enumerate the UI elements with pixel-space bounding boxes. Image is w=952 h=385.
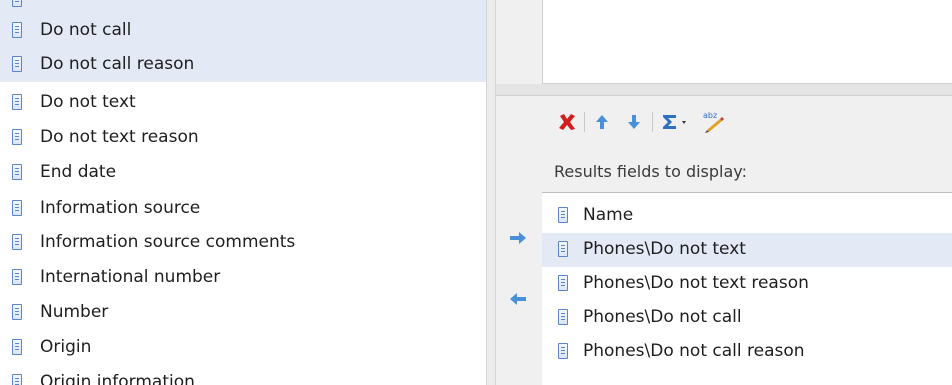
- arrow-down-icon: [628, 115, 640, 129]
- field-icon: [12, 164, 22, 180]
- results-fields-label: Results fields to display:: [554, 162, 747, 181]
- list-item-label: Do not text: [40, 92, 136, 112]
- results-fields-list[interactable]: Name Phones\Do not text Phones\Do not te…: [542, 192, 952, 385]
- list-item-label: Phones\Do not call: [583, 307, 742, 327]
- field-icon: [12, 56, 22, 72]
- delete-button[interactable]: [556, 110, 578, 134]
- field-icon: [12, 339, 22, 355]
- list-item[interactable]: Name: [542, 199, 952, 233]
- list-item-label: Do not call reason: [40, 54, 195, 74]
- field-icon: [12, 269, 22, 285]
- toolbar-separator: [652, 112, 653, 132]
- list-item[interactable]: Information source: [0, 192, 486, 226]
- field-icon: [12, 304, 22, 320]
- transfer-buttons: [496, 96, 542, 385]
- field-icon: [12, 234, 22, 250]
- list-item-label: Information source: [40, 198, 201, 218]
- list-item-label: Do not text reason: [40, 127, 199, 147]
- field-icon: [558, 275, 568, 291]
- list-item[interactable]: End date: [0, 156, 486, 190]
- field-icon: [558, 309, 568, 325]
- sigma-icon: [663, 115, 686, 129]
- sort-button[interactable]: abz: [700, 110, 726, 134]
- list-item[interactable]: Phones\Do not call reason: [542, 335, 952, 369]
- list-item-label: Phones\Do not call reason: [583, 341, 805, 361]
- list-item-label: Origin information: [40, 372, 195, 385]
- field-icon: [558, 207, 568, 223]
- arrow-up-icon: [596, 115, 608, 129]
- field-icon: [12, 374, 22, 385]
- results-pane: abz Results fields to display: Name Phon…: [496, 84, 952, 385]
- list-item[interactable]: Do not text: [0, 86, 486, 120]
- list-item-label: Phones\Do not text reason: [583, 273, 809, 293]
- list-item[interactable]: Phones\Do not text reason: [542, 267, 952, 301]
- summary-dropdown-button[interactable]: [660, 110, 692, 134]
- list-item[interactable]: Do not call reason: [0, 48, 486, 82]
- red-x-icon: [559, 114, 575, 130]
- list-item[interactable]: Information source comments: [0, 226, 486, 260]
- field-icon: [12, 0, 22, 7]
- toolbar-separator: [584, 112, 585, 132]
- criteria-box[interactable]: [542, 0, 952, 84]
- list-item[interactable]: Number: [0, 296, 486, 330]
- list-item-label: Do not call: [40, 20, 132, 40]
- results-toolbar: abz: [542, 96, 952, 146]
- field-icon: [12, 129, 22, 145]
- list-item-label: Origin: [40, 337, 92, 357]
- list-item[interactable]: Do not call: [0, 14, 486, 48]
- list-item[interactable]: Phones\Do not text: [542, 233, 952, 267]
- field-icon: [12, 200, 22, 216]
- criteria-pane: [496, 0, 952, 84]
- list-item-label: Information source comments: [40, 232, 296, 252]
- arrow-left-icon[interactable]: [508, 289, 528, 309]
- list-item[interactable]: Phones\Do not call: [542, 301, 952, 335]
- field-icon: [12, 22, 22, 38]
- pane-splitter[interactable]: [496, 84, 952, 96]
- field-icon: [558, 343, 568, 359]
- list-item-label: Phones\Do not text: [583, 239, 746, 259]
- available-fields-list[interactable]: Do not call Do not call reason Do not te…: [0, 0, 486, 385]
- list-item-label: Name: [583, 205, 634, 225]
- list-item-label: End date: [40, 162, 117, 182]
- move-down-button[interactable]: [624, 110, 644, 134]
- move-up-button[interactable]: [592, 110, 612, 134]
- list-item-label: International number: [40, 267, 221, 287]
- svg-text:abz: abz: [703, 111, 717, 120]
- list-item[interactable]: Origin: [0, 331, 486, 365]
- field-icon: [12, 94, 22, 110]
- panel-splitter[interactable]: [486, 0, 496, 385]
- list-item-label: Number: [40, 302, 109, 322]
- arrow-right-icon[interactable]: [508, 228, 528, 248]
- abz-sort-icon: abz: [703, 111, 724, 133]
- list-item[interactable]: Origin information: [0, 366, 486, 385]
- list-item[interactable]: International number: [0, 261, 486, 295]
- field-icon: [558, 241, 568, 257]
- list-item[interactable]: Do not text reason: [0, 121, 486, 155]
